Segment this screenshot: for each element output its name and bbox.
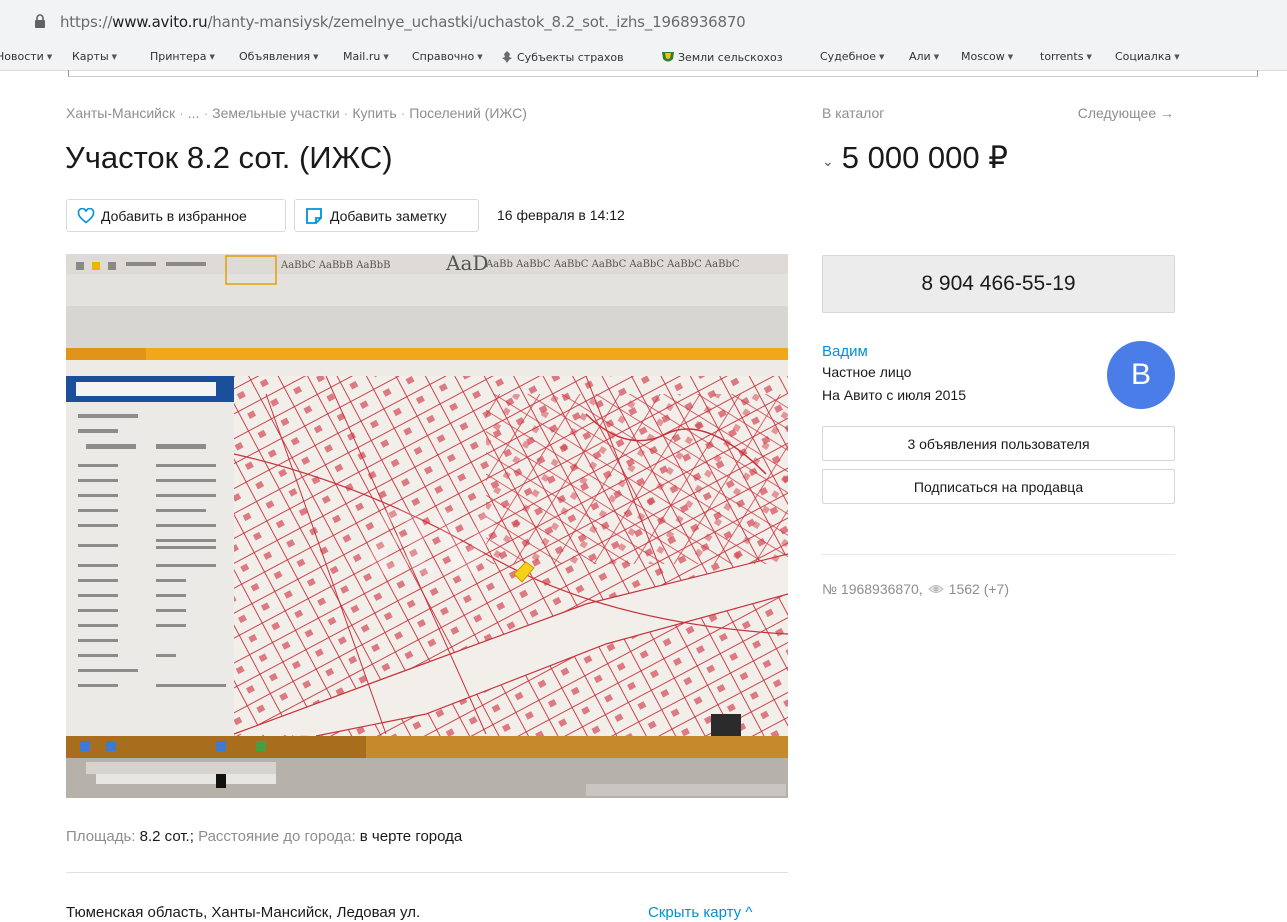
bookmark-agriculture[interactable]: Земли сельскохоз xyxy=(661,50,783,64)
bookmarks-bar: Новости ▼ Карты ▼ Принтера ▼ Объявления ▼ Ma… xyxy=(0,44,1287,71)
bookmark-social[interactable]: Социалка ▼ xyxy=(1115,50,1180,63)
dropdown-arrow-icon: ▼ xyxy=(933,52,940,61)
bookmark-ads[interactable]: Объявления ▼ xyxy=(239,50,318,63)
bookmark-label: torrents xyxy=(1040,50,1084,63)
phone-button[interactable]: 8 904 466-55-19 xyxy=(822,255,1175,313)
svg-text:AaBbC AaBbB AaBbB: AaBbC AaBbB AaBbB xyxy=(280,260,391,271)
publish-date: 16 февраля в 14:12 xyxy=(497,207,625,223)
bookmark-label: Али xyxy=(909,50,931,63)
bookmark-torrents[interactable]: torrents ▼ xyxy=(1040,50,1092,63)
address-bar[interactable]: https://www.avito.ru/hanty-mansiysk/zeme… xyxy=(0,0,1287,44)
svg-text:AaD: AaD xyxy=(445,254,488,275)
avatar[interactable]: B xyxy=(1107,341,1175,409)
add-note-label: Добавить заметку xyxy=(330,207,447,224)
section-divider xyxy=(66,872,788,873)
price: 5 000 000 ₽ xyxy=(841,140,1008,175)
url-path: /hanty-mansiysk/zemelnye_uchastki/uchast… xyxy=(207,13,746,31)
chevron-down-icon[interactable]: ⌄ xyxy=(822,153,834,170)
breadcrumb-ellipsis[interactable]: ... xyxy=(188,105,200,121)
breadcrumb-city[interactable]: Ханты-Мансийск xyxy=(66,105,175,121)
page-frame-edge xyxy=(68,70,1258,77)
url-prefix: https:// xyxy=(60,13,113,31)
dropdown-arrow-icon: ▼ xyxy=(1007,52,1014,61)
user-ads-button[interactable]: 3 объявления пользователя xyxy=(822,426,1175,461)
bookmark-label: Карты xyxy=(72,50,109,63)
breadcrumb: Ханты-Мансийск ·... · Земельные участки · Куп… xyxy=(66,105,527,121)
bookmark-label: Mail.ru xyxy=(343,50,381,63)
svg-text:av: av xyxy=(366,466,500,600)
page-title: Участок 8.2 сот. (ИЖС) xyxy=(65,140,393,175)
note-icon xyxy=(306,207,322,224)
bookmark-label: Новости xyxy=(0,50,44,63)
sidebar-divider xyxy=(822,554,1175,555)
listing-params: Площадь: 8.2 сот.; Расстояние до города:… xyxy=(66,828,462,845)
area-value: 8.2 сот.; xyxy=(139,828,194,845)
dropdown-arrow-icon: ▼ xyxy=(313,52,319,61)
seller-since: На Авито с июля 2015 xyxy=(822,387,966,403)
breadcrumb-separator: · xyxy=(179,105,184,121)
bookmark-label: Земли сельскохоз xyxy=(678,50,783,64)
heart-icon xyxy=(77,207,95,224)
hide-map-link[interactable]: Скрыть карту ^ xyxy=(648,904,752,921)
bookmark-label: Судебное xyxy=(820,50,877,63)
shield-icon xyxy=(662,52,674,62)
ad-number: № 1968936870, xyxy=(822,581,923,597)
add-favorite-button[interactable]: Добавить в избранное xyxy=(66,199,286,232)
cadastral-map-photo: AaBbC AaBbB AaBbB AaD AaBb AaBbC AaBbC A… xyxy=(66,254,788,798)
dropdown-arrow-icon: ▼ xyxy=(477,52,483,61)
distance-value: в черте города xyxy=(359,828,463,845)
subscribe-seller-button[interactable]: Подписаться на продавца xyxy=(822,469,1175,504)
area-label: Площадь: xyxy=(66,828,136,845)
svg-text:AaBb AaBbC AaBbC AaBbC AaBbC A: AaBb AaBbC AaBbC AaBbC AaBbC AaBbC AaBbC xyxy=(485,259,740,270)
bookmark-moscow[interactable]: Moscow ▼ xyxy=(961,50,1013,63)
bookmark-maps[interactable]: Карты ▼ xyxy=(72,50,117,63)
breadcrumb-buy[interactable]: Купить xyxy=(352,105,396,121)
breadcrumb-separator: · xyxy=(343,105,349,121)
bookmark-court[interactable]: Судебное ▼ xyxy=(820,50,884,63)
bookmark-label: Moscow xyxy=(961,50,1005,63)
breadcrumb-category[interactable]: Поселений (ИЖС) xyxy=(409,105,527,121)
emblem-icon xyxy=(502,51,512,63)
eye-icon xyxy=(927,585,944,593)
bookmark-insurance[interactable]: Субъекты страхов xyxy=(500,50,624,64)
catalog-link[interactable]: В каталог xyxy=(822,105,884,121)
bookmark-label: Субъекты страхов xyxy=(517,50,624,64)
bookmark-reference[interactable]: Справочно ▼ xyxy=(412,50,483,63)
listing-stats: № 1968936870, 1562 (+7) xyxy=(822,581,1009,597)
url-text[interactable]: https://www.avito.ru/hanty-mansiysk/zeme… xyxy=(60,13,746,31)
views-count: 1562 (+7) xyxy=(948,581,1009,597)
bookmark-ali[interactable]: Али ▼ xyxy=(909,50,939,63)
bookmark-mailru[interactable]: Mail.ru ▼ xyxy=(343,50,389,63)
dropdown-arrow-icon: ▼ xyxy=(1174,52,1180,61)
dropdown-arrow-icon: ▼ xyxy=(1086,52,1092,61)
listing-address: Тюменская область, Ханты-Мансийск, Ледов… xyxy=(66,904,421,921)
add-favorite-label: Добавить в избранное xyxy=(101,207,247,224)
bookmark-label: Социалка xyxy=(1115,50,1172,63)
breadcrumb-separator: · xyxy=(203,105,209,121)
url-domain: www.avito.ru xyxy=(112,13,208,31)
seller-name-link[interactable]: Вадим xyxy=(822,343,868,360)
bookmark-label: Объявления xyxy=(239,50,311,63)
breadcrumb-land[interactable]: Земельные участки xyxy=(212,105,340,121)
bookmark-printers[interactable]: Принтера ▼ xyxy=(150,50,215,63)
lock-icon xyxy=(35,14,45,28)
dropdown-arrow-icon: ▼ xyxy=(209,52,215,61)
dropdown-arrow-icon: ▼ xyxy=(111,52,118,61)
breadcrumb-separator: · xyxy=(400,105,406,121)
bookmark-label: Принтера xyxy=(150,50,207,63)
bookmark-news[interactable]: Новости ▼ xyxy=(0,50,52,63)
price-block: ⌄ 5 000 000 ₽ xyxy=(822,140,1008,176)
dropdown-arrow-icon: ▼ xyxy=(879,52,885,61)
listing-photo[interactable]: AaBbC AaBbB AaBbB AaD AaBb AaBbC AaBbC A… xyxy=(66,254,788,798)
seller-type: Частное лицо xyxy=(822,364,912,380)
dropdown-arrow-icon: ▼ xyxy=(383,52,389,61)
distance-label: Расстояние до города: xyxy=(198,828,356,845)
bookmark-label: Справочно xyxy=(412,50,475,63)
dropdown-arrow-icon: ▼ xyxy=(46,52,53,61)
add-note-button[interactable]: Добавить заметку xyxy=(294,199,479,232)
next-listing-link[interactable]: Следующее → xyxy=(1078,105,1174,121)
